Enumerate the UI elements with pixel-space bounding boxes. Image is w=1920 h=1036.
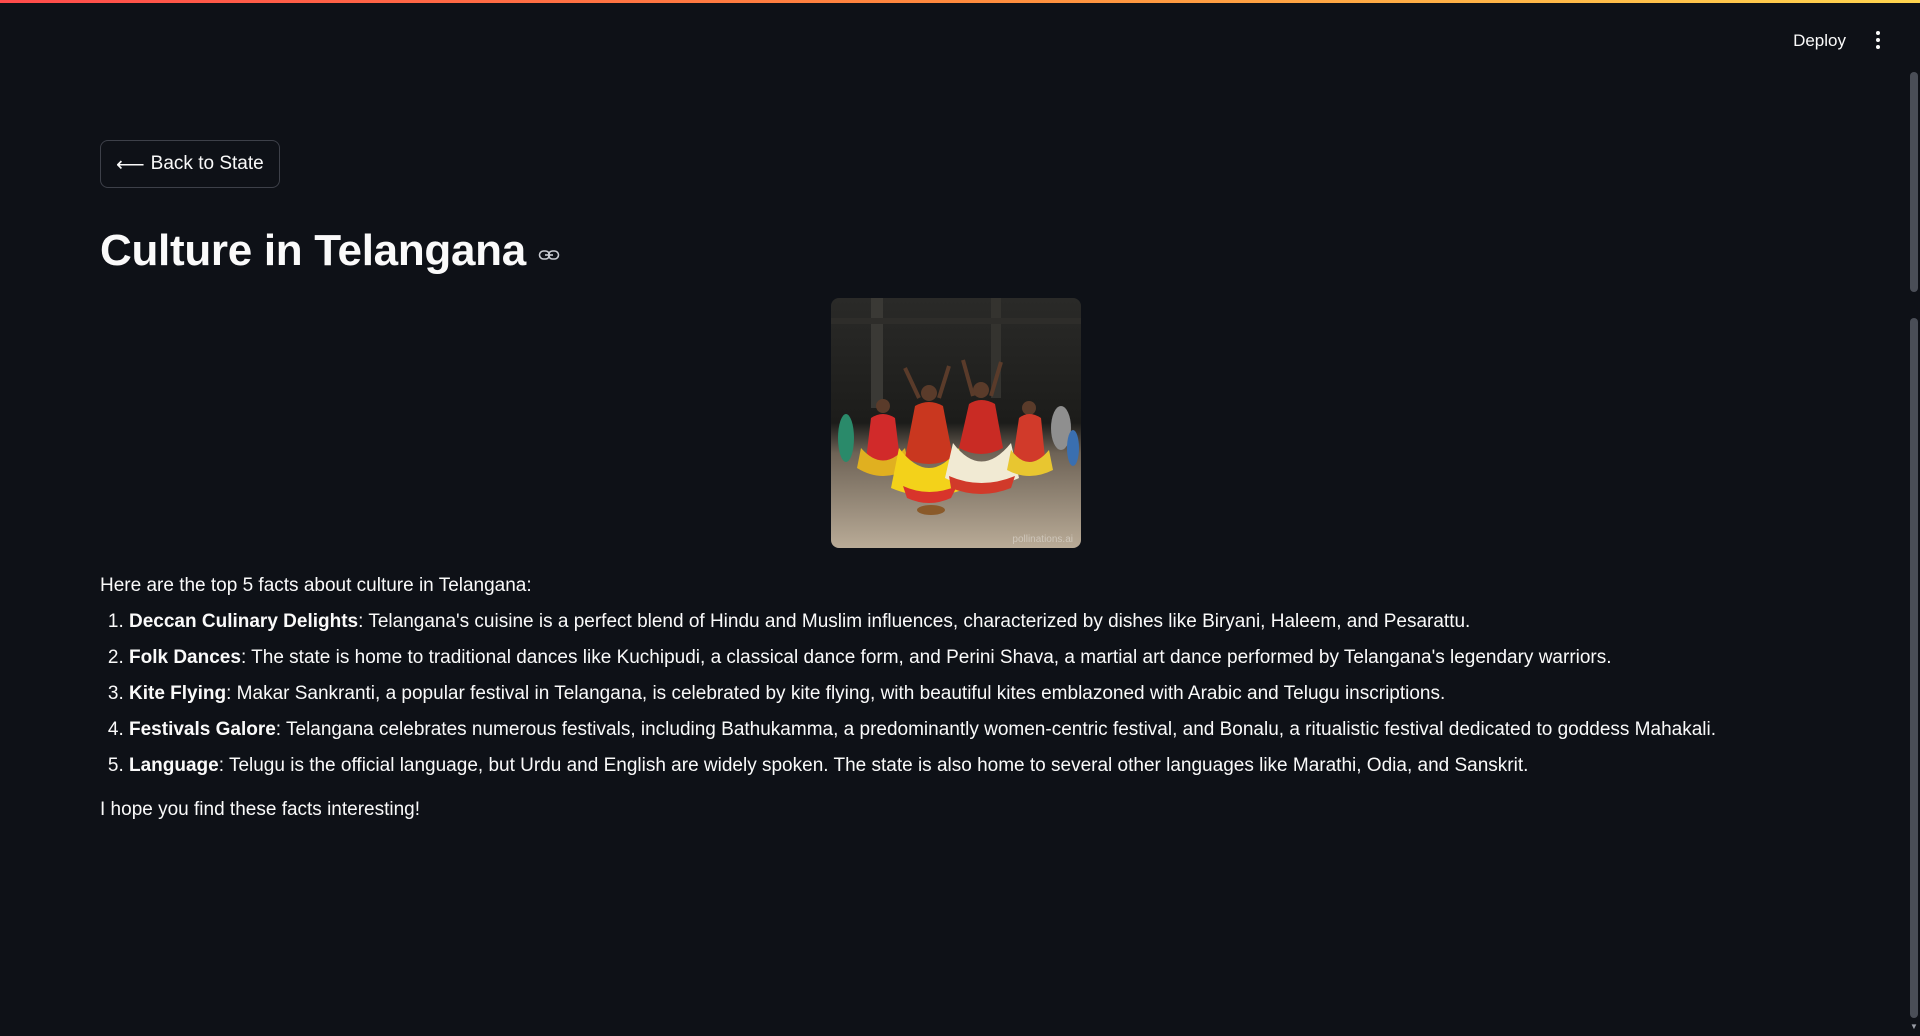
facts-intro: Here are the top 5 facts about culture i… — [100, 575, 532, 596]
fact-text: : Telangana's cuisine is a perfect blend… — [358, 611, 1471, 632]
image-container: pollinations.ai — [100, 298, 1820, 548]
scrollbar-thumb[interactable] — [1910, 72, 1918, 292]
closing-text: I hope you find these facts interesting! — [100, 799, 421, 820]
scrollbar-track[interactable] — [1910, 318, 1918, 1018]
dancers-photo: pollinations.ai — [830, 298, 1081, 548]
page-scrollbar[interactable]: ▼ — [1910, 72, 1918, 1032]
fact-title: Deccan Culinary Delights — [129, 611, 359, 632]
arrow-left-icon: ⟵ — [116, 153, 145, 176]
app-header: Deploy — [0, 3, 1920, 73]
list-item: Festivals Galore: Telangana celebrates n… — [129, 716, 1820, 744]
photo-watermark: pollinations.ai — [1012, 534, 1073, 545]
list-item: Folk Dances: The state is home to tradit… — [129, 644, 1820, 672]
fact-title: Kite Flying — [129, 683, 227, 704]
title-row: Culture in Telangana — [100, 226, 1820, 276]
fact-text: : Telangana celebrates numerous festival… — [275, 719, 1717, 740]
scroll-down-arrow-icon[interactable]: ▼ — [1910, 1022, 1918, 1032]
main-content: ⟵ Back to State Culture in Telangana pol… — [100, 140, 1820, 824]
list-item: Deccan Culinary Delights: Telangana's cu… — [129, 608, 1820, 636]
back-to-state-button[interactable]: ⟵ Back to State — [100, 140, 280, 188]
fact-text: : The state is home to traditional dance… — [240, 647, 1612, 668]
fact-text: : Makar Sankranti, a popular festival in… — [226, 683, 1446, 704]
facts-list: Deccan Culinary Delights: Telangana's cu… — [100, 608, 1820, 780]
page-title: Culture in Telangana — [100, 226, 526, 275]
fact-title: Festivals Galore — [129, 719, 276, 740]
fact-title: Folk Dances — [129, 647, 241, 668]
fact-text: : Telugu is the official language, but U… — [218, 755, 1529, 776]
deploy-button[interactable]: Deploy — [1787, 27, 1852, 55]
more-vertical-icon — [1870, 31, 1886, 49]
list-item: Language: Telugu is the official languag… — [129, 752, 1820, 780]
list-item: Kite Flying: Makar Sankranti, a popular … — [129, 680, 1820, 708]
link-icon[interactable] — [538, 248, 560, 262]
back-button-label: Back to State — [150, 153, 264, 174]
main-menu-button[interactable] — [1870, 25, 1886, 55]
fact-title: Language — [129, 755, 219, 776]
